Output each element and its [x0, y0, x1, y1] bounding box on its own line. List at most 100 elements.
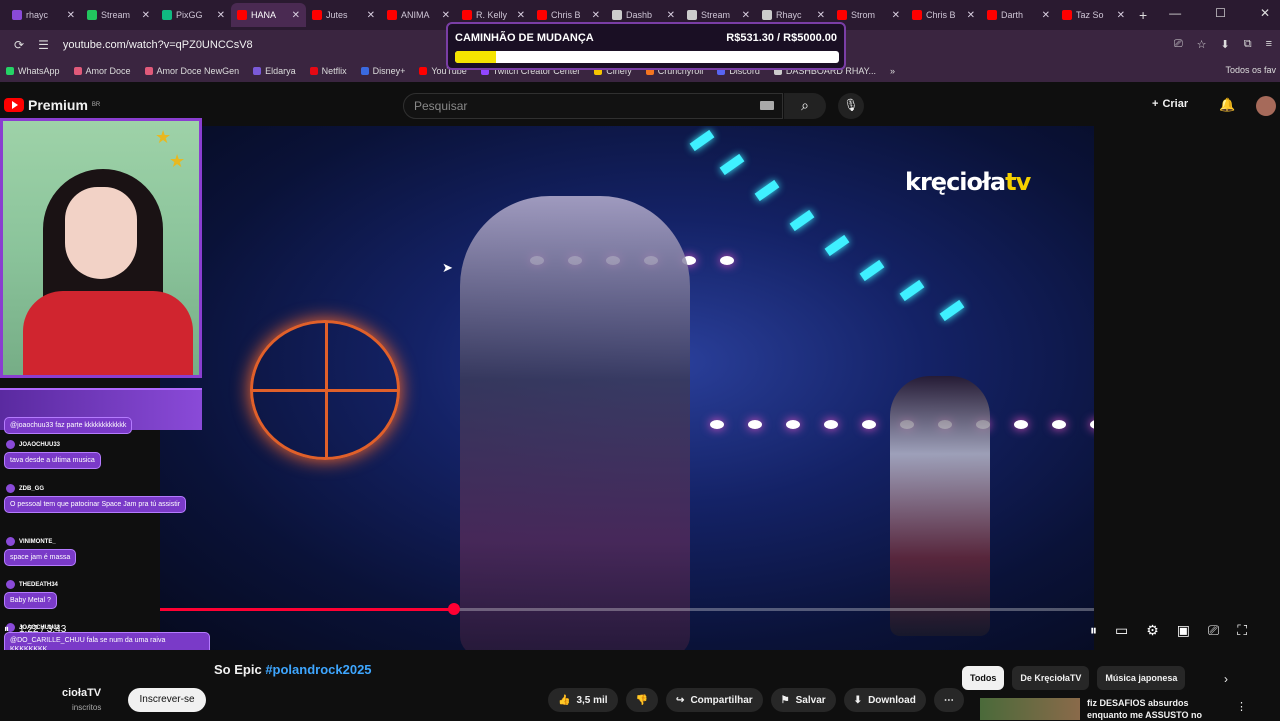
- close-tab-icon[interactable]: ✕: [367, 10, 375, 21]
- create-button[interactable]: + Criar: [1152, 98, 1188, 110]
- close-tab-icon[interactable]: ✕: [817, 10, 825, 21]
- tab-favicon-icon: [837, 10, 847, 20]
- download-icon[interactable]: ⬇: [1221, 38, 1230, 51]
- maximize-icon[interactable]: ☐: [1215, 6, 1226, 20]
- progress-scrubber[interactable]: [448, 603, 461, 615]
- keyboard-icon[interactable]: [760, 101, 774, 110]
- bookmarks-more-button[interactable]: »: [890, 66, 895, 76]
- close-tab-icon[interactable]: ✕: [517, 10, 525, 21]
- ferris-wheel-scene: [250, 320, 400, 460]
- tab-label: R. Kelly: [476, 10, 508, 20]
- browser-tab[interactable]: Stream ✕: [81, 3, 156, 27]
- suggestion-thumbnail[interactable]: [980, 698, 1080, 720]
- bookmark-item[interactable]: Netflix: [309, 66, 347, 76]
- bookmark-item[interactable]: Amor Doce: [73, 66, 131, 76]
- site-info-icon[interactable]: ☰: [38, 38, 49, 52]
- like-button[interactable]: 👍 3,5 mil: [548, 688, 618, 712]
- close-tab-icon[interactable]: ✕: [742, 10, 750, 21]
- video-player[interactable]: kręciołatv ➤: [160, 126, 1094, 650]
- chat-user: ZDB_GG: [0, 484, 210, 493]
- save-button[interactable]: ⚑ Salvar: [770, 688, 836, 712]
- cast-icon[interactable]: ⎚: [1208, 622, 1219, 639]
- filter-chip[interactable]: Música japonesa: [1097, 666, 1186, 690]
- close-tab-icon[interactable]: ✕: [67, 10, 75, 21]
- browser-tab[interactable]: ANIMA ✕: [381, 3, 456, 27]
- filter-chip[interactable]: De KręciołaTV: [1012, 666, 1090, 690]
- cyan-light: [789, 209, 815, 232]
- streamer-shirt: [23, 291, 193, 375]
- more-actions-button[interactable]: ⋯: [933, 688, 964, 712]
- menu-icon[interactable]: ≡: [1266, 38, 1272, 51]
- dislike-button[interactable]: 👎: [625, 688, 659, 712]
- chevron-right-icon[interactable]: ›: [1224, 672, 1228, 686]
- browser-tab[interactable]: Jutes ✕: [306, 3, 381, 27]
- thumbs-up-icon: 👍: [558, 694, 571, 706]
- close-tab-icon[interactable]: ✕: [442, 10, 450, 21]
- tab-favicon-icon: [537, 10, 547, 20]
- close-tab-icon[interactable]: ✕: [667, 10, 675, 21]
- goal-progress-bar: [455, 51, 839, 63]
- user-badge-icon: [6, 537, 15, 546]
- close-tab-icon[interactable]: ✕: [1117, 10, 1125, 21]
- tab-label: Rhayc: [776, 10, 802, 20]
- video-progress-bar[interactable]: [160, 603, 1094, 615]
- extensions-icon[interactable]: ⧉: [1244, 38, 1252, 51]
- filter-chip[interactable]: Todos: [962, 666, 1005, 690]
- voice-search-button[interactable]: 🎙: [838, 93, 864, 119]
- tab-favicon-icon: [12, 10, 22, 20]
- url-field[interactable]: youtube.com/watch?v=qPZ0UNCCsV8: [63, 39, 253, 51]
- chat-message-text: space jam é massa: [4, 549, 77, 567]
- bookmark-label: Netflix: [321, 66, 347, 76]
- like-count: 3,5 mil: [576, 694, 608, 706]
- time-text: 1:22 / 3:43: [19, 624, 67, 635]
- reload-icon[interactable]: ⟳: [14, 38, 24, 52]
- miniplayer-icon[interactable]: ▣: [1177, 622, 1190, 639]
- cast-icon[interactable]: ⎚: [1174, 38, 1183, 51]
- channel-name[interactable]: ciołaTV: [62, 687, 101, 699]
- search-input[interactable]: Pesquisar: [403, 93, 783, 119]
- plus-icon: +: [1152, 98, 1159, 110]
- close-tab-icon[interactable]: ✕: [892, 10, 900, 21]
- subtitles-icon[interactable]: ▭: [1115, 622, 1128, 639]
- pause-icon[interactable]: ⏸: [4, 624, 9, 635]
- browser-tab[interactable]: Darth ✕: [981, 3, 1056, 27]
- more-vert-icon[interactable]: ⋮: [1236, 700, 1247, 713]
- close-tab-icon[interactable]: ✕: [967, 10, 975, 21]
- singer-figure: [460, 196, 690, 650]
- browser-tab[interactable]: Taz So ✕: [1056, 3, 1131, 27]
- bookmark-star-icon[interactable]: ☆: [1197, 38, 1207, 51]
- new-tab-button[interactable]: +: [1131, 7, 1155, 23]
- share-button[interactable]: ↪ Compartilhar: [666, 688, 763, 712]
- suggestion-title[interactable]: fiz DESAFIOS absurdos enquanto me ASSUST…: [1087, 698, 1207, 721]
- close-tab-icon[interactable]: ✕: [592, 10, 600, 21]
- download-button[interactable]: ⬇ Download: [843, 688, 926, 712]
- video-hashtag[interactable]: #polandrock2025: [265, 662, 371, 677]
- thumbs-down-icon: 👎: [635, 694, 649, 706]
- close-tab-icon[interactable]: ✕: [1042, 10, 1050, 21]
- close-tab-icon[interactable]: ✕: [142, 10, 150, 21]
- youtube-premium-logo[interactable]: Premium BR: [4, 97, 100, 113]
- bookmark-item[interactable]: Disney+: [360, 66, 405, 76]
- close-tab-icon[interactable]: ✕: [217, 10, 225, 21]
- browser-tab[interactable]: PixGG ✕: [156, 3, 231, 27]
- bookmark-item[interactable]: Amor Doce NewGen: [144, 66, 239, 76]
- tab-label: Chris B: [551, 10, 581, 20]
- bookmark-item[interactable]: WhatsApp: [6, 66, 60, 76]
- bookmark-item[interactable]: Eldarya: [253, 66, 296, 76]
- chat-message-text: Baby Metal ?: [4, 592, 57, 610]
- browser-tab[interactable]: HANA ✕: [231, 3, 306, 27]
- settings-gear-icon[interactable]: ⚙: [1146, 622, 1159, 639]
- browser-tab[interactable]: rhayc ✕: [6, 3, 81, 27]
- close-tab-icon[interactable]: ✕: [292, 10, 300, 21]
- subscribe-button[interactable]: Inscrever-se: [128, 688, 206, 712]
- fullscreen-icon[interactable]: ⛶: [1237, 622, 1247, 639]
- all-bookmarks-folder[interactable]: Todos os fav: [1225, 65, 1276, 75]
- search-button[interactable]: ⌕: [784, 93, 826, 119]
- user-badge-icon: [6, 580, 15, 589]
- account-avatar[interactable]: [1256, 96, 1276, 116]
- close-window-icon[interactable]: ✕: [1260, 6, 1270, 20]
- autoplay-toggle-icon[interactable]: ⏸: [1090, 622, 1097, 639]
- browser-tab[interactable]: Chris B ✕: [906, 3, 981, 27]
- notifications-bell-icon[interactable]: 🔔: [1219, 97, 1235, 113]
- minimize-icon[interactable]: —: [1169, 6, 1181, 20]
